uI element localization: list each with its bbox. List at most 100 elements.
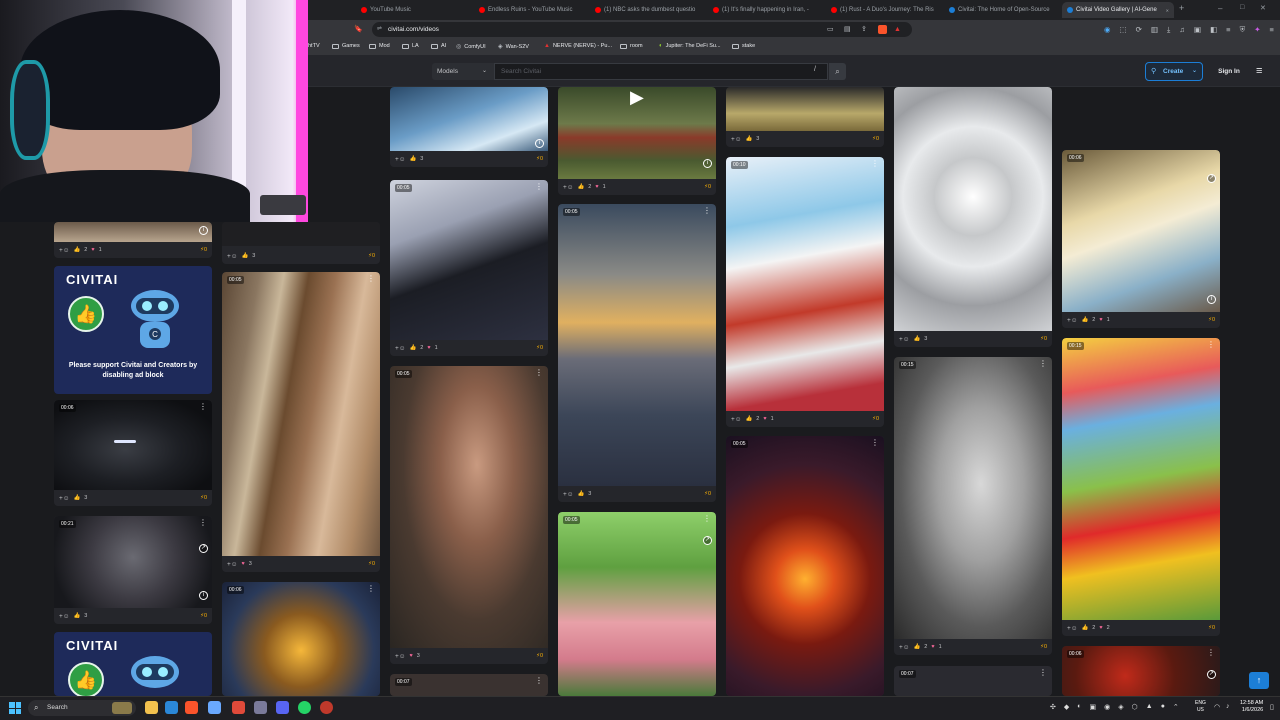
more-options-icon[interactable]: ⋮ — [1039, 359, 1047, 368]
close-tab-icon[interactable]: ✕ — [1166, 8, 1169, 13]
add-reaction-icon[interactable]: +☺ — [899, 336, 909, 343]
video-card[interactable]: 00:05 ⋮ +☺ ♥ 3 ⚡0 — [390, 366, 548, 664]
bookmark-nerve[interactable]: ▲ NERVE (NERVE) - Pu... — [544, 43, 612, 49]
info-icon[interactable]: i — [703, 159, 712, 168]
thumbs-up-icon[interactable]: 👍 — [1081, 625, 1088, 631]
video-thumbnail[interactable] — [894, 87, 1052, 331]
more-options-icon[interactable]: ⋮ — [871, 438, 879, 447]
thumbs-up-icon[interactable]: 👍 — [73, 247, 80, 253]
bookmark-httv[interactable]: htTV — [308, 43, 320, 49]
tray-icon[interactable]: ▣ — [1090, 703, 1097, 711]
reader-mode-icon[interactable]: ◧ — [1210, 25, 1217, 35]
create-button[interactable]: ⚲ Create ⌄ — [1145, 62, 1203, 81]
buzz-tip[interactable]: ⚡0 — [1208, 625, 1215, 631]
buzz-tip[interactable]: ⚡0 — [1040, 644, 1047, 650]
remix-icon[interactable]: ↗ — [1207, 174, 1216, 183]
video-card[interactable]: i +☺ 👍 2 ♥ 1 ⚡0 — [54, 222, 212, 258]
tab-nbc[interactable]: (1) NBC asks the dumbest questio — [590, 2, 702, 18]
play-icon[interactable]: ▶ — [630, 87, 644, 108]
video-thumbnail[interactable] — [222, 272, 380, 556]
video-thumbnail[interactable] — [726, 436, 884, 696]
thumbs-up-icon[interactable]: 👍 — [745, 416, 752, 422]
buzz-tip[interactable]: ⚡0 — [200, 613, 207, 619]
tray-icon[interactable]: ◉ — [1104, 703, 1110, 711]
video-thumbnail[interactable] — [54, 222, 212, 242]
add-reaction-icon[interactable]: +☺ — [59, 495, 69, 502]
video-card[interactable]: ▶ i +☺ 👍 2 ♥ 1 ⚡0 — [558, 87, 716, 195]
add-reaction-icon[interactable]: +☺ — [731, 416, 741, 423]
video-thumbnail[interactable] — [1062, 150, 1220, 312]
add-reaction-icon[interactable]: +☺ — [731, 136, 741, 143]
site-info-icon[interactable]: ⇌ — [377, 22, 382, 37]
add-reaction-icon[interactable]: +☺ — [59, 247, 69, 254]
more-options-icon[interactable]: ⋮ — [703, 206, 711, 215]
add-reaction-icon[interactable]: +☺ — [227, 561, 237, 568]
url-bar[interactable]: ⇌ civitai.com/videos ▭ ▤ ⇪ ▲ — [372, 22, 912, 37]
add-reaction-icon[interactable]: +☺ — [899, 644, 909, 651]
video-thumbnail[interactable] — [390, 674, 548, 696]
thumbs-up-icon[interactable]: 👍 — [1081, 317, 1088, 323]
tray-icon[interactable]: ▲ — [1146, 703, 1153, 711]
sidebar-icon[interactable]: ▥ — [1151, 25, 1158, 35]
video-card[interactable]: 00:05 ⋮ +☺ 👍 3 ⚡0 — [558, 204, 716, 502]
wallet-icon[interactable]: ▣ — [1194, 25, 1201, 35]
add-reaction-icon[interactable]: +☺ — [1067, 625, 1077, 632]
tray-icon[interactable]: ◐ — [1077, 703, 1081, 711]
video-thumbnail[interactable] — [1062, 646, 1220, 696]
sign-in-button[interactable]: Sign In — [1210, 62, 1248, 81]
video-thumbnail[interactable] — [222, 582, 380, 696]
bookmark-games[interactable]: Games — [332, 43, 360, 49]
thumbs-up-icon[interactable]: 👍 — [409, 156, 416, 162]
heart-icon[interactable]: ♥ — [1099, 625, 1102, 631]
buzz-tip[interactable]: ⚡0 — [200, 495, 207, 501]
remix-icon[interactable]: ↗ — [199, 544, 208, 553]
reader-icon[interactable]: ▤ — [844, 22, 851, 37]
bookmark-mod[interactable]: Mod — [369, 43, 390, 49]
thumbs-up-icon[interactable]: 👍 — [577, 184, 584, 190]
video-thumbnail[interactable] — [558, 512, 716, 696]
more-options-icon[interactable]: ⋮ — [367, 274, 375, 283]
tab-endless-ruins[interactable]: Endless Ruins - YouTube Music — [474, 2, 586, 18]
share-icon[interactable]: ⇪ — [861, 22, 867, 37]
video-thumbnail[interactable] — [390, 366, 548, 648]
bookmark-icon[interactable]: 🔖 — [354, 25, 363, 33]
info-icon[interactable]: i — [199, 226, 208, 235]
thumbs-up-icon[interactable]: 👍 — [73, 495, 80, 501]
search-input[interactable]: Search Civitai — [494, 63, 828, 80]
tab-youtube-music[interactable]: YouTube Music — [356, 2, 468, 18]
more-options-icon[interactable]: ⋮ — [703, 514, 711, 523]
heart-icon[interactable]: ♥ — [91, 247, 94, 253]
thumbs-up-icon[interactable]: 👍 — [241, 253, 248, 259]
minimize-icon[interactable]: – — [1218, 4, 1222, 13]
video-card[interactable]: 00:06 ↗ i +☺ 👍 2 ♥ 1 ⚡0 — [1062, 150, 1220, 328]
more-options-icon[interactable]: ⋮ — [199, 518, 207, 527]
buzz-tip[interactable]: ⚡0 — [536, 345, 543, 351]
more-options-icon[interactable]: ⋮ — [367, 584, 375, 593]
video-thumbnail[interactable] — [894, 666, 1052, 696]
video-card[interactable]: 00:05 ⋮ +☺ ♥ 3 ⚡0 — [222, 272, 380, 572]
language-indicator[interactable]: ENG US — [1195, 700, 1206, 714]
tab-list-icon[interactable]: ≡ — [1226, 25, 1230, 35]
remix-icon[interactable]: ↗ — [703, 536, 712, 545]
add-reaction-icon[interactable]: +☺ — [395, 156, 405, 163]
browser-menu-icon[interactable]: ≡ — [1269, 25, 1273, 35]
app-icon[interactable] — [232, 701, 245, 714]
settings-icon[interactable] — [254, 701, 267, 714]
tray-icon[interactable]: ✣ — [1050, 703, 1056, 711]
video-card[interactable]: i +☺ 👍 3 ⚡0 — [390, 87, 548, 167]
bookmark-room[interactable]: room — [620, 43, 643, 49]
more-options-icon[interactable]: ⋮ — [1039, 668, 1047, 677]
add-reaction-icon[interactable]: +☺ — [563, 184, 573, 191]
add-reaction-icon[interactable]: +☺ — [59, 613, 69, 620]
video-thumbnail[interactable] — [222, 222, 380, 246]
remix-icon[interactable]: ↗ — [1207, 670, 1216, 679]
video-card[interactable]: 00:07 ⋮ — [390, 674, 548, 696]
video-thumbnail[interactable] — [1062, 338, 1220, 620]
scroll-to-top-button[interactable]: ↑ — [1249, 672, 1269, 689]
add-reaction-icon[interactable]: +☺ — [395, 653, 405, 660]
start-button-icon[interactable] — [9, 702, 21, 714]
thumbs-up-icon[interactable]: 👍 — [745, 136, 752, 142]
media-icon[interactable]: ♫ — [1179, 25, 1185, 35]
sync-icon[interactable]: ⟳ — [1136, 25, 1142, 35]
new-tab-button[interactable]: + — [1179, 3, 1184, 13]
